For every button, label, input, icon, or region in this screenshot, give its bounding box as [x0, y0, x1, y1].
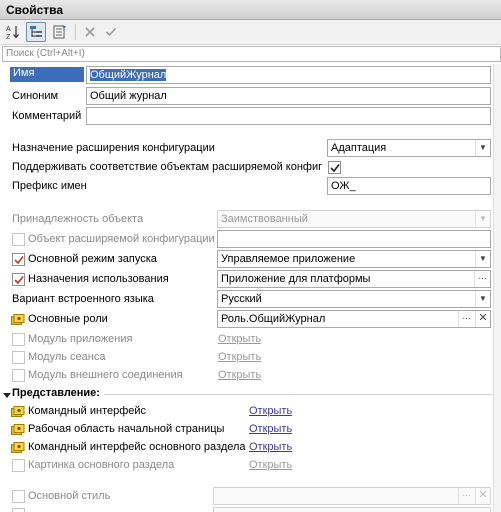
ext-conn-module-open-link[interactable]: Открыть — [218, 369, 261, 381]
ownership-value: Заимствованный — [221, 213, 308, 225]
main-style-label: Основной стиль — [28, 490, 111, 502]
run-mode-label: Основной режим запуска — [28, 253, 157, 265]
run-mode-checkbox[interactable] — [12, 253, 25, 266]
dropdown-arrow-icon[interactable]: ▼ — [475, 140, 490, 156]
usage-checkbox[interactable] — [12, 273, 25, 286]
cmd-interface-open-link[interactable]: Открыть — [249, 405, 292, 417]
session-module-open-link[interactable]: Открыть — [218, 351, 261, 363]
select-button[interactable]: ... — [474, 271, 490, 287]
synonym-label: Синоним — [12, 90, 59, 102]
search-input[interactable]: Поиск (Ctrl+Alt+I) — [2, 46, 501, 62]
svg-text:A: A — [6, 26, 11, 33]
main-roles-value: Роль.ОбщийЖурнал — [221, 313, 326, 325]
svg-text:Z: Z — [6, 34, 11, 40]
comment-label: Комментарий — [12, 110, 82, 122]
ext-object-checkbox[interactable] — [12, 233, 25, 246]
main-style-field[interactable]: ... ✕ — [213, 487, 491, 505]
main-section-picture-label: Картинка основного раздела — [28, 459, 175, 471]
select-button[interactable]: ... — [458, 311, 474, 327]
ownership-select[interactable]: Заимствованный ▼ — [217, 210, 491, 228]
ext-object-label: Объект расширяемой конфигурации — [28, 233, 215, 245]
tree-view-icon — [30, 26, 42, 37]
synonym-field[interactable]: Общий журнал — [86, 87, 491, 105]
prefix-label: Префикс имен — [12, 180, 87, 192]
vertical-scrollbar[interactable] — [493, 64, 501, 512]
sort-alphabetical-button[interactable]: A Z — [3, 22, 23, 42]
session-module-label: Модуль сеанса — [28, 351, 106, 363]
roles-icon — [11, 424, 25, 435]
dropdown-arrow-icon[interactable]: ▼ — [475, 251, 490, 267]
select-button[interactable]: ... — [458, 488, 474, 504]
presentation-section-header: Представление: — [12, 387, 100, 399]
close-icon — [85, 27, 95, 37]
apply-button[interactable] — [101, 22, 121, 42]
next-row-checkbox[interactable] — [12, 508, 25, 512]
session-module-checkbox[interactable] — [12, 351, 25, 364]
dropdown-arrow-icon[interactable]: ▼ — [475, 291, 490, 307]
keep-conformity-checkbox[interactable] — [328, 161, 341, 174]
keep-conformity-label: Поддерживать соответствие объектам расши… — [12, 161, 323, 173]
app-module-label: Модуль приложения — [28, 333, 133, 345]
list-filter-icon — [53, 25, 66, 39]
usage-field[interactable]: Приложение для платформы ... — [217, 270, 491, 288]
toolbar-separator — [75, 24, 76, 40]
checkmark-icon — [13, 255, 24, 264]
home-page-open-link[interactable]: Открыть — [249, 423, 292, 435]
main-style-checkbox[interactable] — [12, 490, 25, 503]
home-page-label: Рабочая область начальной страницы — [28, 423, 225, 435]
ext-purpose-label: Назначение расширения конфигурации — [12, 142, 215, 154]
roles-icon — [11, 406, 25, 417]
run-mode-value: Управляемое приложение — [221, 253, 356, 265]
search-placeholder: Поиск (Ctrl+Alt+I) — [6, 48, 85, 59]
collapse-arrow-icon[interactable] — [3, 391, 11, 399]
main-section-cmd-label: Командный интерфейс основного раздела — [28, 441, 246, 453]
clear-icon[interactable]: ✕ — [475, 488, 490, 504]
delete-button[interactable] — [80, 22, 100, 42]
ext-conn-module-label: Модуль внешнего соединения — [28, 369, 183, 381]
run-mode-select[interactable]: Управляемое приложение ▼ — [217, 250, 491, 268]
usage-value: Приложение для платформы — [221, 273, 371, 285]
toolbar: A Z — [0, 20, 501, 45]
script-variant-label: Вариант встроенного языка — [12, 293, 154, 305]
script-variant-value: Русский — [221, 293, 262, 305]
ext-purpose-value: Адаптация — [331, 142, 387, 154]
section-divider — [104, 394, 493, 395]
prefix-value: ОЖ_ — [331, 180, 356, 192]
sort-az-icon: A Z — [6, 26, 19, 40]
next-row-field[interactable] — [213, 507, 491, 512]
main-section-picture-open-link[interactable]: Открыть — [249, 459, 292, 471]
name-field[interactable]: ОбщийЖурнал — [86, 66, 491, 84]
filter-properties-button[interactable] — [50, 22, 70, 42]
ext-object-field[interactable] — [217, 230, 491, 248]
prefix-field[interactable]: ОЖ_ — [327, 177, 491, 195]
checkmark-icon — [329, 163, 340, 172]
checkmark-icon — [105, 27, 117, 37]
properties-grid: Имя ОбщийЖурнал Синоним Общий журнал Ком… — [0, 64, 501, 512]
main-section-cmd-open-link[interactable]: Открыть — [249, 441, 292, 453]
clear-icon[interactable]: ✕ — [475, 311, 490, 327]
roles-icon — [11, 442, 25, 453]
roles-icon — [11, 314, 25, 325]
panel-title: Свойства — [6, 3, 64, 17]
ownership-label: Принадлежность объекта — [12, 213, 144, 225]
panel-titlebar: Свойства — [0, 0, 501, 20]
ext-purpose-select[interactable]: Адаптация ▼ — [327, 139, 491, 157]
cmd-interface-label: Командный интерфейс — [28, 405, 147, 417]
main-section-picture-checkbox[interactable] — [12, 459, 25, 472]
usage-label: Назначения использования — [28, 273, 169, 285]
main-roles-field[interactable]: Роль.ОбщийЖурнал ... ✕ — [217, 310, 491, 328]
app-module-open-link[interactable]: Открыть — [218, 333, 261, 345]
app-module-checkbox[interactable] — [12, 333, 25, 346]
categorized-view-button[interactable] — [26, 22, 46, 42]
main-roles-label: Основные роли — [28, 313, 108, 325]
script-variant-select[interactable]: Русский ▼ — [217, 290, 491, 308]
comment-field[interactable] — [86, 107, 491, 125]
name-label: Имя — [10, 67, 84, 82]
synonym-value: Общий журнал — [90, 90, 167, 102]
checkmark-icon — [13, 275, 24, 284]
dropdown-arrow-icon[interactable]: ▼ — [475, 211, 490, 227]
name-value: ОбщийЖурнал — [90, 69, 167, 81]
ext-conn-module-checkbox[interactable] — [12, 369, 25, 382]
